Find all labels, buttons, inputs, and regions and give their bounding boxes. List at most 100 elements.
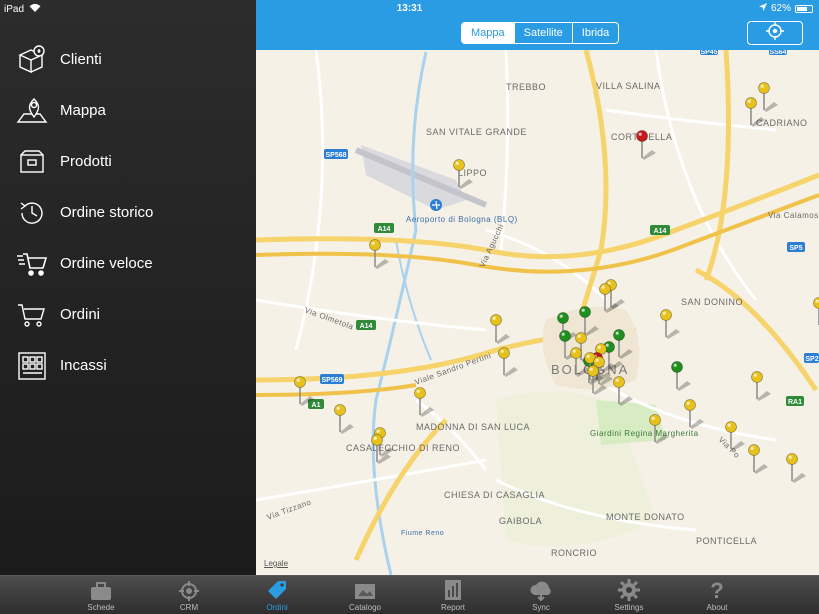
fast-cart-icon bbox=[16, 248, 48, 280]
battery-percent: 62% bbox=[770, 3, 791, 14]
sidebar-item-incassi[interactable]: Incassi bbox=[0, 340, 256, 391]
tab-schede[interactable]: Schede bbox=[61, 576, 141, 614]
sidebar-item-prodotti[interactable]: Prodotti bbox=[0, 136, 256, 187]
map-pin[interactable] bbox=[613, 329, 634, 360]
sidebar: Clienti Mappa Prodotti Ordine storico Or… bbox=[0, 0, 256, 575]
report-icon bbox=[413, 576, 493, 601]
map-pin[interactable] bbox=[498, 347, 519, 378]
cloud-sync-icon bbox=[501, 576, 581, 601]
catalog-icon bbox=[325, 576, 405, 601]
sidebar-item-label: Ordine veloce bbox=[60, 255, 153, 272]
map-label: CHIESA DI CASAGLIA bbox=[444, 490, 545, 500]
road-shield: RA1 bbox=[788, 399, 802, 406]
sidebar-menu: Clienti Mappa Prodotti Ordine storico Or… bbox=[0, 34, 256, 391]
map-label: SAN DONINO bbox=[681, 297, 743, 307]
question-icon: ? bbox=[677, 576, 757, 601]
tab-about[interactable]: ? About bbox=[677, 576, 757, 614]
map-pin[interactable] bbox=[684, 399, 705, 430]
svg-text:?: ? bbox=[710, 579, 723, 601]
map-label: Fiume Reno bbox=[401, 530, 444, 537]
map-pin[interactable] bbox=[579, 306, 600, 337]
sidebar-item-label: Prodotti bbox=[60, 153, 112, 170]
map-pin[interactable] bbox=[758, 82, 779, 113]
tab-label: Settings bbox=[614, 603, 644, 612]
road-shield: A1 bbox=[312, 402, 321, 409]
map-label: VILLA SALINA bbox=[596, 81, 661, 91]
map-label: GAIBOLA bbox=[499, 516, 542, 526]
map-pin[interactable] bbox=[369, 239, 390, 270]
map-type-satellite[interactable]: Satellite bbox=[513, 23, 572, 43]
sidebar-item-label: Mappa bbox=[60, 102, 106, 119]
sidebar-item-ordine-veloce[interactable]: Ordine veloce bbox=[0, 238, 256, 289]
register-icon bbox=[16, 350, 48, 382]
road-shield: SP5 bbox=[789, 245, 802, 252]
tab-label: Report bbox=[440, 603, 465, 612]
road-shield: SP568 bbox=[325, 152, 346, 159]
tab-ordini[interactable]: Ordini bbox=[237, 576, 317, 614]
map-label: SAN VITALE GRANDE bbox=[426, 127, 527, 137]
map-type-mappa[interactable]: Mappa bbox=[462, 23, 514, 43]
clock-history-icon bbox=[16, 197, 48, 229]
tab-catalogo[interactable]: Catalogo bbox=[325, 576, 405, 614]
cart-icon bbox=[16, 299, 48, 331]
sidebar-item-clienti[interactable]: Clienti bbox=[0, 34, 256, 85]
tab-label: Sync bbox=[532, 603, 550, 612]
road-shield: SP45 bbox=[700, 49, 717, 56]
tab-sync[interactable]: Sync bbox=[501, 576, 581, 614]
crosshair-icon bbox=[766, 21, 784, 45]
sidebar-item-label: Incassi bbox=[60, 357, 107, 374]
target-icon bbox=[149, 576, 229, 601]
status-bar: iPad 13:31 62% bbox=[0, 0, 819, 18]
map-pin[interactable] bbox=[334, 404, 355, 435]
tab-settings[interactable]: Settings bbox=[589, 576, 669, 614]
battery-icon bbox=[795, 4, 813, 13]
map-label: PONTICELLA bbox=[696, 536, 757, 546]
map-label: CASALECCHIO DI RENO bbox=[346, 443, 460, 453]
map-pin[interactable] bbox=[613, 376, 634, 407]
map-pin[interactable] bbox=[414, 387, 435, 418]
map-label: Aeroporto di Bologna (BLQ) bbox=[406, 215, 518, 224]
tab-report[interactable]: Report bbox=[413, 576, 493, 614]
map-pin[interactable] bbox=[748, 444, 769, 475]
sidebar-item-ordini[interactable]: Ordini bbox=[0, 289, 256, 340]
map-pin[interactable] bbox=[751, 371, 772, 402]
map-view[interactable]: TREBBO VILLA SALINA SAN VITALE GRANDE CO… bbox=[256, 0, 819, 575]
road-shield: A14 bbox=[378, 226, 391, 233]
map-label: Giardini Regina Margherita bbox=[590, 429, 699, 438]
map-label: Via Agucchi bbox=[478, 222, 506, 269]
map-label: MONTE DONATO bbox=[606, 512, 685, 522]
tab-bar: Schede CRM Ordini Catalogo Report Sync S… bbox=[0, 575, 819, 614]
map-label: RONCRIO bbox=[551, 548, 597, 558]
map-pin[interactable] bbox=[786, 453, 807, 484]
sidebar-item-mappa[interactable]: Mappa bbox=[0, 85, 256, 136]
tab-label: CRM bbox=[179, 603, 199, 612]
sidebar-item-label: Ordine storico bbox=[60, 204, 154, 221]
location-arrow-icon bbox=[758, 3, 767, 14]
tab-label: Catalogo bbox=[348, 603, 382, 612]
road-shield: SP569 bbox=[321, 377, 342, 384]
map-type-ibrida[interactable]: Ibrida bbox=[571, 23, 619, 43]
status-time: 13:31 bbox=[396, 3, 423, 14]
locate-me-button[interactable] bbox=[747, 21, 803, 45]
tag-icon bbox=[237, 576, 317, 601]
map-label: Viale Sandro Pertini bbox=[414, 351, 493, 387]
gear-icon bbox=[589, 576, 669, 601]
tab-label: Schede bbox=[87, 603, 115, 612]
map-pin-icon bbox=[16, 95, 48, 127]
sidebar-item-label: Clienti bbox=[60, 51, 102, 68]
map-pin[interactable] bbox=[490, 314, 511, 345]
map-pin[interactable] bbox=[813, 297, 819, 328]
road-shield: SS64 bbox=[769, 49, 786, 56]
map-label: Via Olmetola bbox=[303, 305, 355, 331]
legal-link[interactable]: Legale bbox=[264, 559, 288, 568]
road-shield: A14 bbox=[654, 228, 667, 235]
map-pin[interactable] bbox=[671, 361, 692, 392]
map-pin[interactable] bbox=[660, 309, 681, 340]
briefcase-icon bbox=[61, 576, 141, 601]
road-shield: SP2 bbox=[805, 356, 818, 363]
sidebar-item-ordine-storico[interactable]: Ordine storico bbox=[0, 187, 256, 238]
tab-label: Ordini bbox=[266, 603, 288, 612]
customer-box-icon bbox=[16, 44, 48, 76]
map-type-segmented[interactable]: Mappa Satellite Ibrida bbox=[461, 22, 620, 44]
tab-crm[interactable]: CRM bbox=[149, 576, 229, 614]
